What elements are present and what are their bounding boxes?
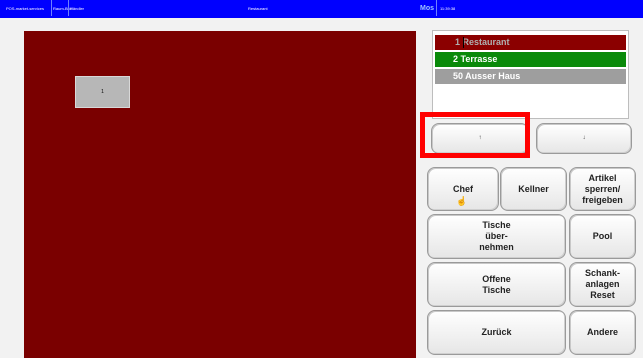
area-list[interactable]: 1 Restaurant 2 Terrasse 50 Ausser Haus bbox=[432, 30, 629, 119]
offene-button-label: Offene Tische bbox=[482, 273, 511, 295]
arrow-up-icon: ↑ bbox=[478, 135, 482, 141]
artikel-sperren-button[interactable]: Artikel sperren/ freigeben bbox=[569, 167, 636, 211]
scroll-down-button[interactable]: ↓ bbox=[536, 123, 632, 154]
zurueck-button[interactable]: Zurück bbox=[427, 310, 566, 355]
title-bar: POS-market-services Raum-Bild Händler Re… bbox=[0, 0, 643, 18]
hand-cursor-icon: ☝ bbox=[456, 196, 468, 206]
tische-uebernehmen-button[interactable]: Tische über- nehmen bbox=[427, 214, 566, 259]
topbar-item-haendler[interactable]: Händler bbox=[70, 0, 84, 18]
pool-button-label: Pool bbox=[592, 231, 613, 241]
kellner-button-label: Kellner bbox=[518, 183, 549, 194]
scroll-up-button[interactable]: ↑ bbox=[431, 123, 529, 154]
clock: 11:39:38 bbox=[440, 6, 456, 11]
andere-button[interactable]: Andere bbox=[569, 310, 636, 355]
logo: Mos bbox=[420, 5, 434, 12]
pool-button[interactable]: Pool bbox=[569, 214, 636, 259]
kellner-button[interactable]: Kellner bbox=[500, 167, 567, 211]
area-item-ausser-haus[interactable]: 50 Ausser Haus bbox=[435, 69, 626, 84]
arrow-down-icon: ↓ bbox=[582, 135, 586, 141]
room-title: Restaurant bbox=[248, 6, 268, 11]
text-cursor bbox=[463, 37, 464, 48]
area-item-terrasse[interactable]: 2 Terrasse bbox=[435, 52, 626, 67]
table-tile-1[interactable]: 1 bbox=[75, 76, 130, 108]
divider bbox=[436, 0, 437, 16]
floor-plan[interactable]: 1 bbox=[24, 31, 416, 358]
divider bbox=[51, 0, 52, 16]
divider bbox=[68, 0, 69, 16]
area-item-label: 2 Terrasse bbox=[453, 54, 498, 64]
zurueck-button-label: Zurück bbox=[481, 327, 512, 337]
andere-button-label: Andere bbox=[586, 327, 618, 337]
tische-button-label: Tische über- nehmen bbox=[479, 220, 514, 252]
chef-button-label: Chef bbox=[453, 183, 473, 194]
artikel-button-label: Artikel sperren/ freigeben bbox=[582, 172, 623, 205]
schank-button-label: Schank- anlagen Reset bbox=[584, 268, 620, 300]
area-item-label: 50 Ausser Haus bbox=[453, 71, 521, 81]
offene-tische-button[interactable]: Offene Tische bbox=[427, 262, 566, 307]
area-item-restaurant[interactable]: 1 Restaurant bbox=[435, 35, 626, 50]
schankanlagen-reset-button[interactable]: Schank- anlagen Reset bbox=[569, 262, 636, 307]
topbar-item-pos-market-services[interactable]: POS-market-services bbox=[6, 0, 44, 18]
